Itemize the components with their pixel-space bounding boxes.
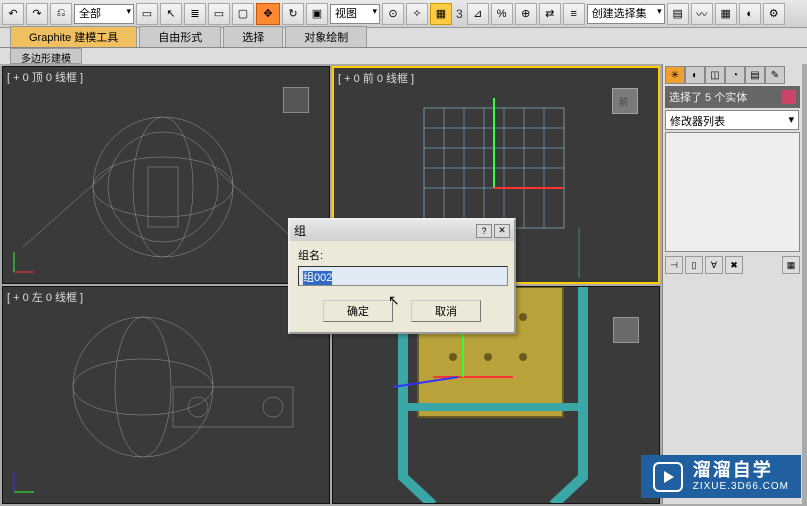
group-name-value: 组002 [303, 271, 332, 285]
snap-percent-button[interactable]: % [491, 3, 513, 25]
use-pivot-button[interactable]: ⊙ [382, 3, 404, 25]
link-button[interactable]: ⎌ [50, 3, 72, 25]
select-button[interactable]: ▭ [136, 3, 158, 25]
watermark: 溜溜自学 ZIXUE.3D66.COM [641, 455, 801, 498]
align-button[interactable]: ≡ [563, 3, 585, 25]
filter-dropdown[interactable]: 全部 [74, 4, 134, 24]
curve-editor-button[interactable]: 〰 [691, 3, 713, 25]
viewport-top[interactable]: [ + 0 顶 0 线框 ] [2, 66, 330, 284]
select-arrow-button[interactable]: ↖ [160, 3, 182, 25]
remove-modifier-button[interactable]: ✖ [725, 256, 743, 274]
dialog-title-text: 组 [294, 222, 306, 239]
panel-tab-modify[interactable]: ◐ [685, 66, 705, 84]
dialog-close-button[interactable]: ✕ [494, 224, 510, 238]
panel-tab-create[interactable]: ✳ [665, 66, 685, 84]
selection-set-dropdown[interactable]: 创建选择集 [587, 4, 665, 24]
snap-spinner-button[interactable]: ⊕ [515, 3, 537, 25]
viewport-left[interactable]: [ + 0 左 0 线框 ] [2, 286, 330, 504]
panel-tab-utilities[interactable]: ✎ [765, 66, 785, 84]
modifier-stack[interactable] [665, 132, 800, 252]
make-unique-button[interactable]: ∀ [705, 256, 723, 274]
command-panel: ✳ ◐ ◫ ◔ ▤ ✎ 选择了 5 个实体 修改器列表 ⊣ ▯ ∀ ✖ ▦ [662, 64, 802, 504]
dialog-titlebar[interactable]: 组 ? ✕ [290, 220, 514, 241]
dialog-help-button[interactable]: ? [476, 224, 492, 238]
object-color-swatch[interactable] [782, 90, 796, 104]
material-button[interactable]: ◐ [739, 3, 761, 25]
selection-status: 选择了 5 个实体 [665, 86, 800, 108]
tab-freeform[interactable]: 自由形式 [139, 26, 221, 47]
ref-coord-dropdown[interactable]: 视图 [330, 4, 380, 24]
tab-select[interactable]: 选择 [223, 26, 283, 47]
mirror-button[interactable]: ⇄ [539, 3, 561, 25]
panel-tab-display[interactable]: ▤ [745, 66, 765, 84]
axis-gizmo-left [9, 467, 39, 497]
schematic-button[interactable]: ▦ [715, 3, 737, 25]
ribbon-subtabs: 多边形建模 [0, 48, 807, 64]
viewport-front-label: [ + 0 前 0 线框 ] [338, 70, 414, 86]
cursor-icon: ↖ [388, 292, 400, 309]
panel-tab-hierarchy[interactable]: ◫ [705, 66, 725, 84]
tab-graphite[interactable]: Graphite 建模工具 [10, 26, 137, 47]
undo-button[interactable]: ↶ [2, 3, 24, 25]
watermark-url: ZIXUE.3D66.COM [693, 481, 789, 492]
group-name-label: 组名: [298, 247, 506, 263]
axis-gizmo-top [9, 247, 39, 277]
wireframe-left [3, 287, 330, 504]
panel-tab-motion[interactable]: ◔ [725, 66, 745, 84]
render-setup-button[interactable]: ⚙ [763, 3, 785, 25]
ok-button[interactable]: 确定 [323, 300, 393, 322]
select-region-window[interactable]: ▢ [232, 3, 254, 25]
group-name-input[interactable]: 组002 [298, 266, 508, 286]
configure-sets-button[interactable]: ▦ [782, 256, 800, 274]
rotate-button[interactable]: ↻ [282, 3, 304, 25]
watermark-title: 溜溜自学 [693, 461, 789, 481]
pin-stack-button[interactable]: ⊣ [665, 256, 683, 274]
manipulate-button[interactable]: ✧ [406, 3, 428, 25]
redo-button[interactable]: ↷ [26, 3, 48, 25]
viewport-left-label: [ + 0 左 0 线框 ] [7, 289, 83, 305]
modifier-list-dropdown[interactable]: 修改器列表 [665, 110, 799, 130]
viewport-top-label: [ + 0 顶 0 线框 ] [7, 69, 83, 85]
show-end-result-button[interactable]: ▯ [685, 256, 703, 274]
layer-button[interactable]: ▤ [667, 3, 689, 25]
selection-status-text: 选择了 5 个实体 [669, 89, 747, 105]
select-name-button[interactable]: ≣ [184, 3, 206, 25]
tab-object-paint[interactable]: 对象绘制 [285, 26, 367, 47]
watermark-play-icon [653, 462, 683, 492]
snap-toggle[interactable]: ▦ [430, 3, 452, 25]
cancel-button[interactable]: 取消 [411, 300, 481, 322]
subtab-poly[interactable]: 多边形建模 [10, 48, 82, 64]
snap-angle-button[interactable]: ⊿ [467, 3, 489, 25]
ribbon-tabbar: Graphite 建模工具 自由形式 选择 对象绘制 [0, 28, 807, 48]
main-toolbar: ↶ ↷ ⎌ 全部 ▭ ↖ ≣ ▭ ▢ ✥ ↻ ▣ 视图 ⊙ ✧ ▦ 3 ⊿ % … [0, 0, 807, 28]
select-region-rect[interactable]: ▭ [208, 3, 230, 25]
group-dialog: 组 ? ✕ 组名: 组002 确定 取消 [288, 218, 516, 334]
wireframe-top [3, 67, 330, 284]
modifier-stack-toolbar: ⊣ ▯ ∀ ✖ ▦ [665, 256, 800, 274]
scale-button[interactable]: ▣ [306, 3, 328, 25]
command-panel-tabs: ✳ ◐ ◫ ◔ ▤ ✎ [665, 66, 800, 84]
spinner-value: 3 [454, 7, 465, 21]
move-button[interactable]: ✥ [256, 3, 280, 25]
